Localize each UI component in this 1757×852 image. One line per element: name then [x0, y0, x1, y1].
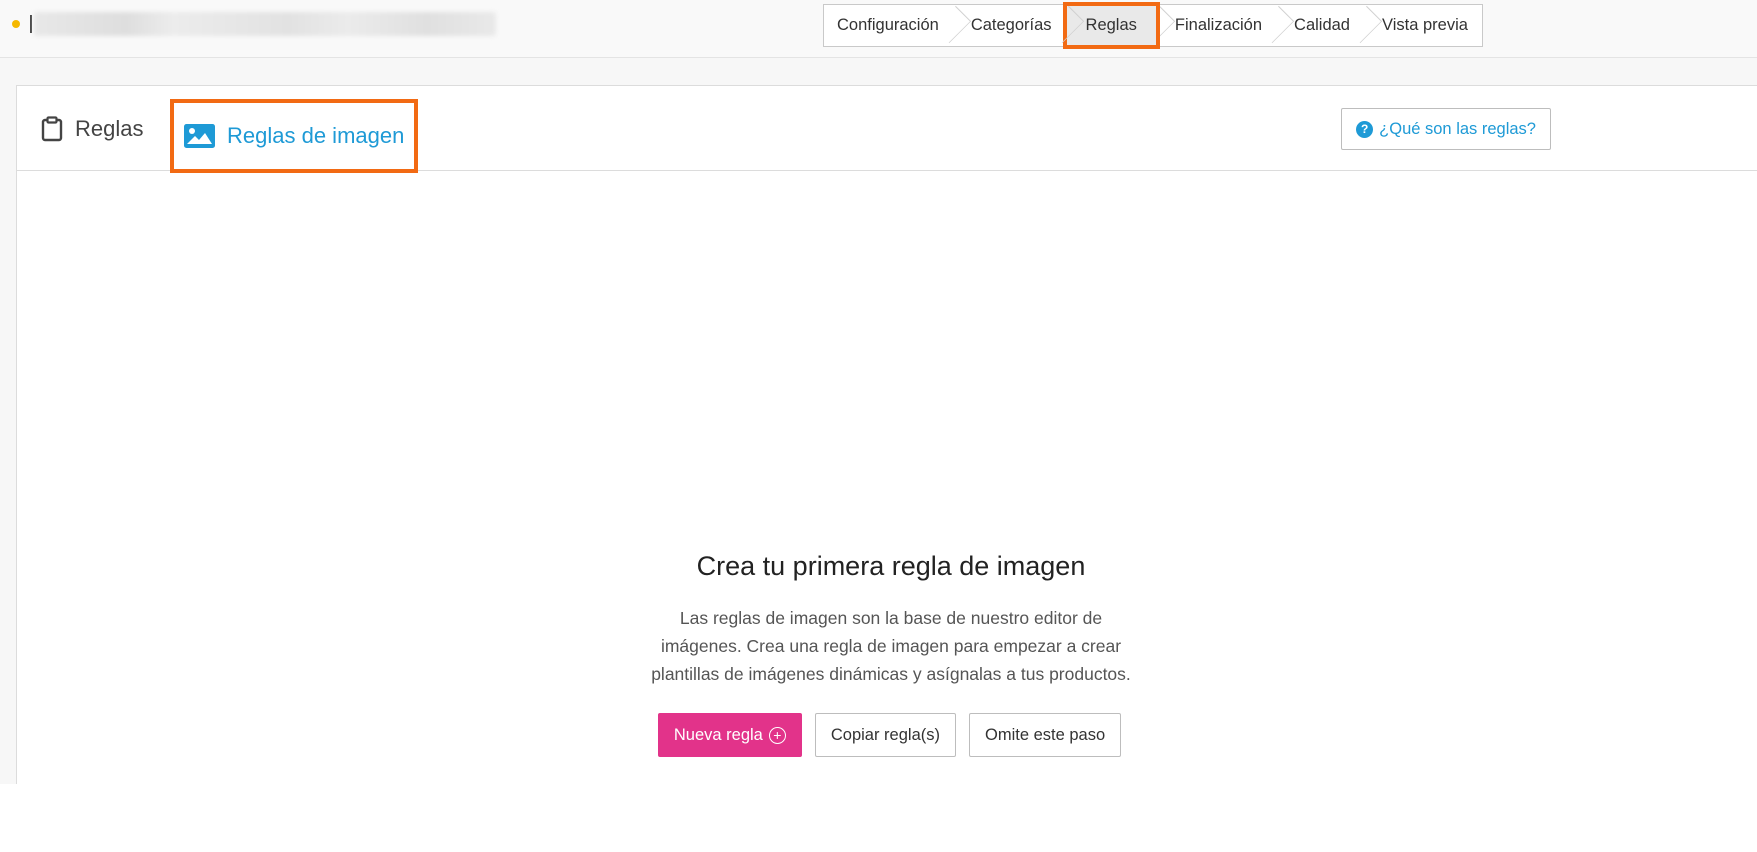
image-icon	[184, 124, 215, 148]
copy-rules-button[interactable]: Copiar regla(s)	[814, 713, 956, 757]
empty-state-title: Crea tu primera regla de imagen	[696, 551, 1086, 581]
help-label: ¿Qué son las reglas?	[1379, 119, 1536, 138]
status-dot	[12, 20, 20, 28]
new-rule-button[interactable]: Nueva regla +	[657, 713, 802, 757]
clipboard-icon	[41, 115, 63, 142]
step-vista-previa[interactable]: Vista previa	[1364, 5, 1482, 46]
tab-image-rules-label: Reglas de imagen	[227, 123, 405, 148]
question-circle-icon: ?	[1356, 120, 1374, 138]
new-rule-label: Nueva regla	[673, 725, 763, 744]
tab-rules-label: Reglas	[75, 115, 144, 141]
plus-circle-icon: +	[768, 726, 786, 744]
empty-state: Crea tu primera regla de imagen Las regl…	[641, 551, 1141, 757]
document-title[interactable]	[34, 12, 496, 36]
tab-rules[interactable]: Reglas	[41, 86, 143, 171]
step-configuracion[interactable]: Configuración	[824, 5, 953, 46]
skip-step-button[interactable]: Omite este paso	[968, 713, 1122, 757]
rules-panel: Reglas Reglas de imagen ? ¿Qué son las r…	[16, 85, 1757, 784]
empty-state-actions: Nueva regla + Copiar regla(s) Omite este…	[638, 713, 1141, 757]
what-are-rules-button[interactable]: ? ¿Qué son las reglas?	[1341, 108, 1551, 150]
top-bar: Configuración Categorías Reglas Finaliza…	[0, 0, 1757, 58]
empty-state-description: Las reglas de imagen son la base de nues…	[651, 608, 1131, 684]
tabs-bar: Reglas Reglas de imagen ? ¿Qué son las r…	[17, 86, 1757, 173]
wizard-stepper: Configuración Categorías Reglas Finaliza…	[823, 2, 1483, 49]
title-text-cursor	[30, 15, 32, 33]
step-reglas[interactable]: Reglas	[1062, 2, 1160, 49]
tab-image-rules[interactable]: Reglas de imagen	[170, 99, 419, 173]
app-window: Configuración Categorías Reglas Finaliza…	[0, 0, 1757, 784]
